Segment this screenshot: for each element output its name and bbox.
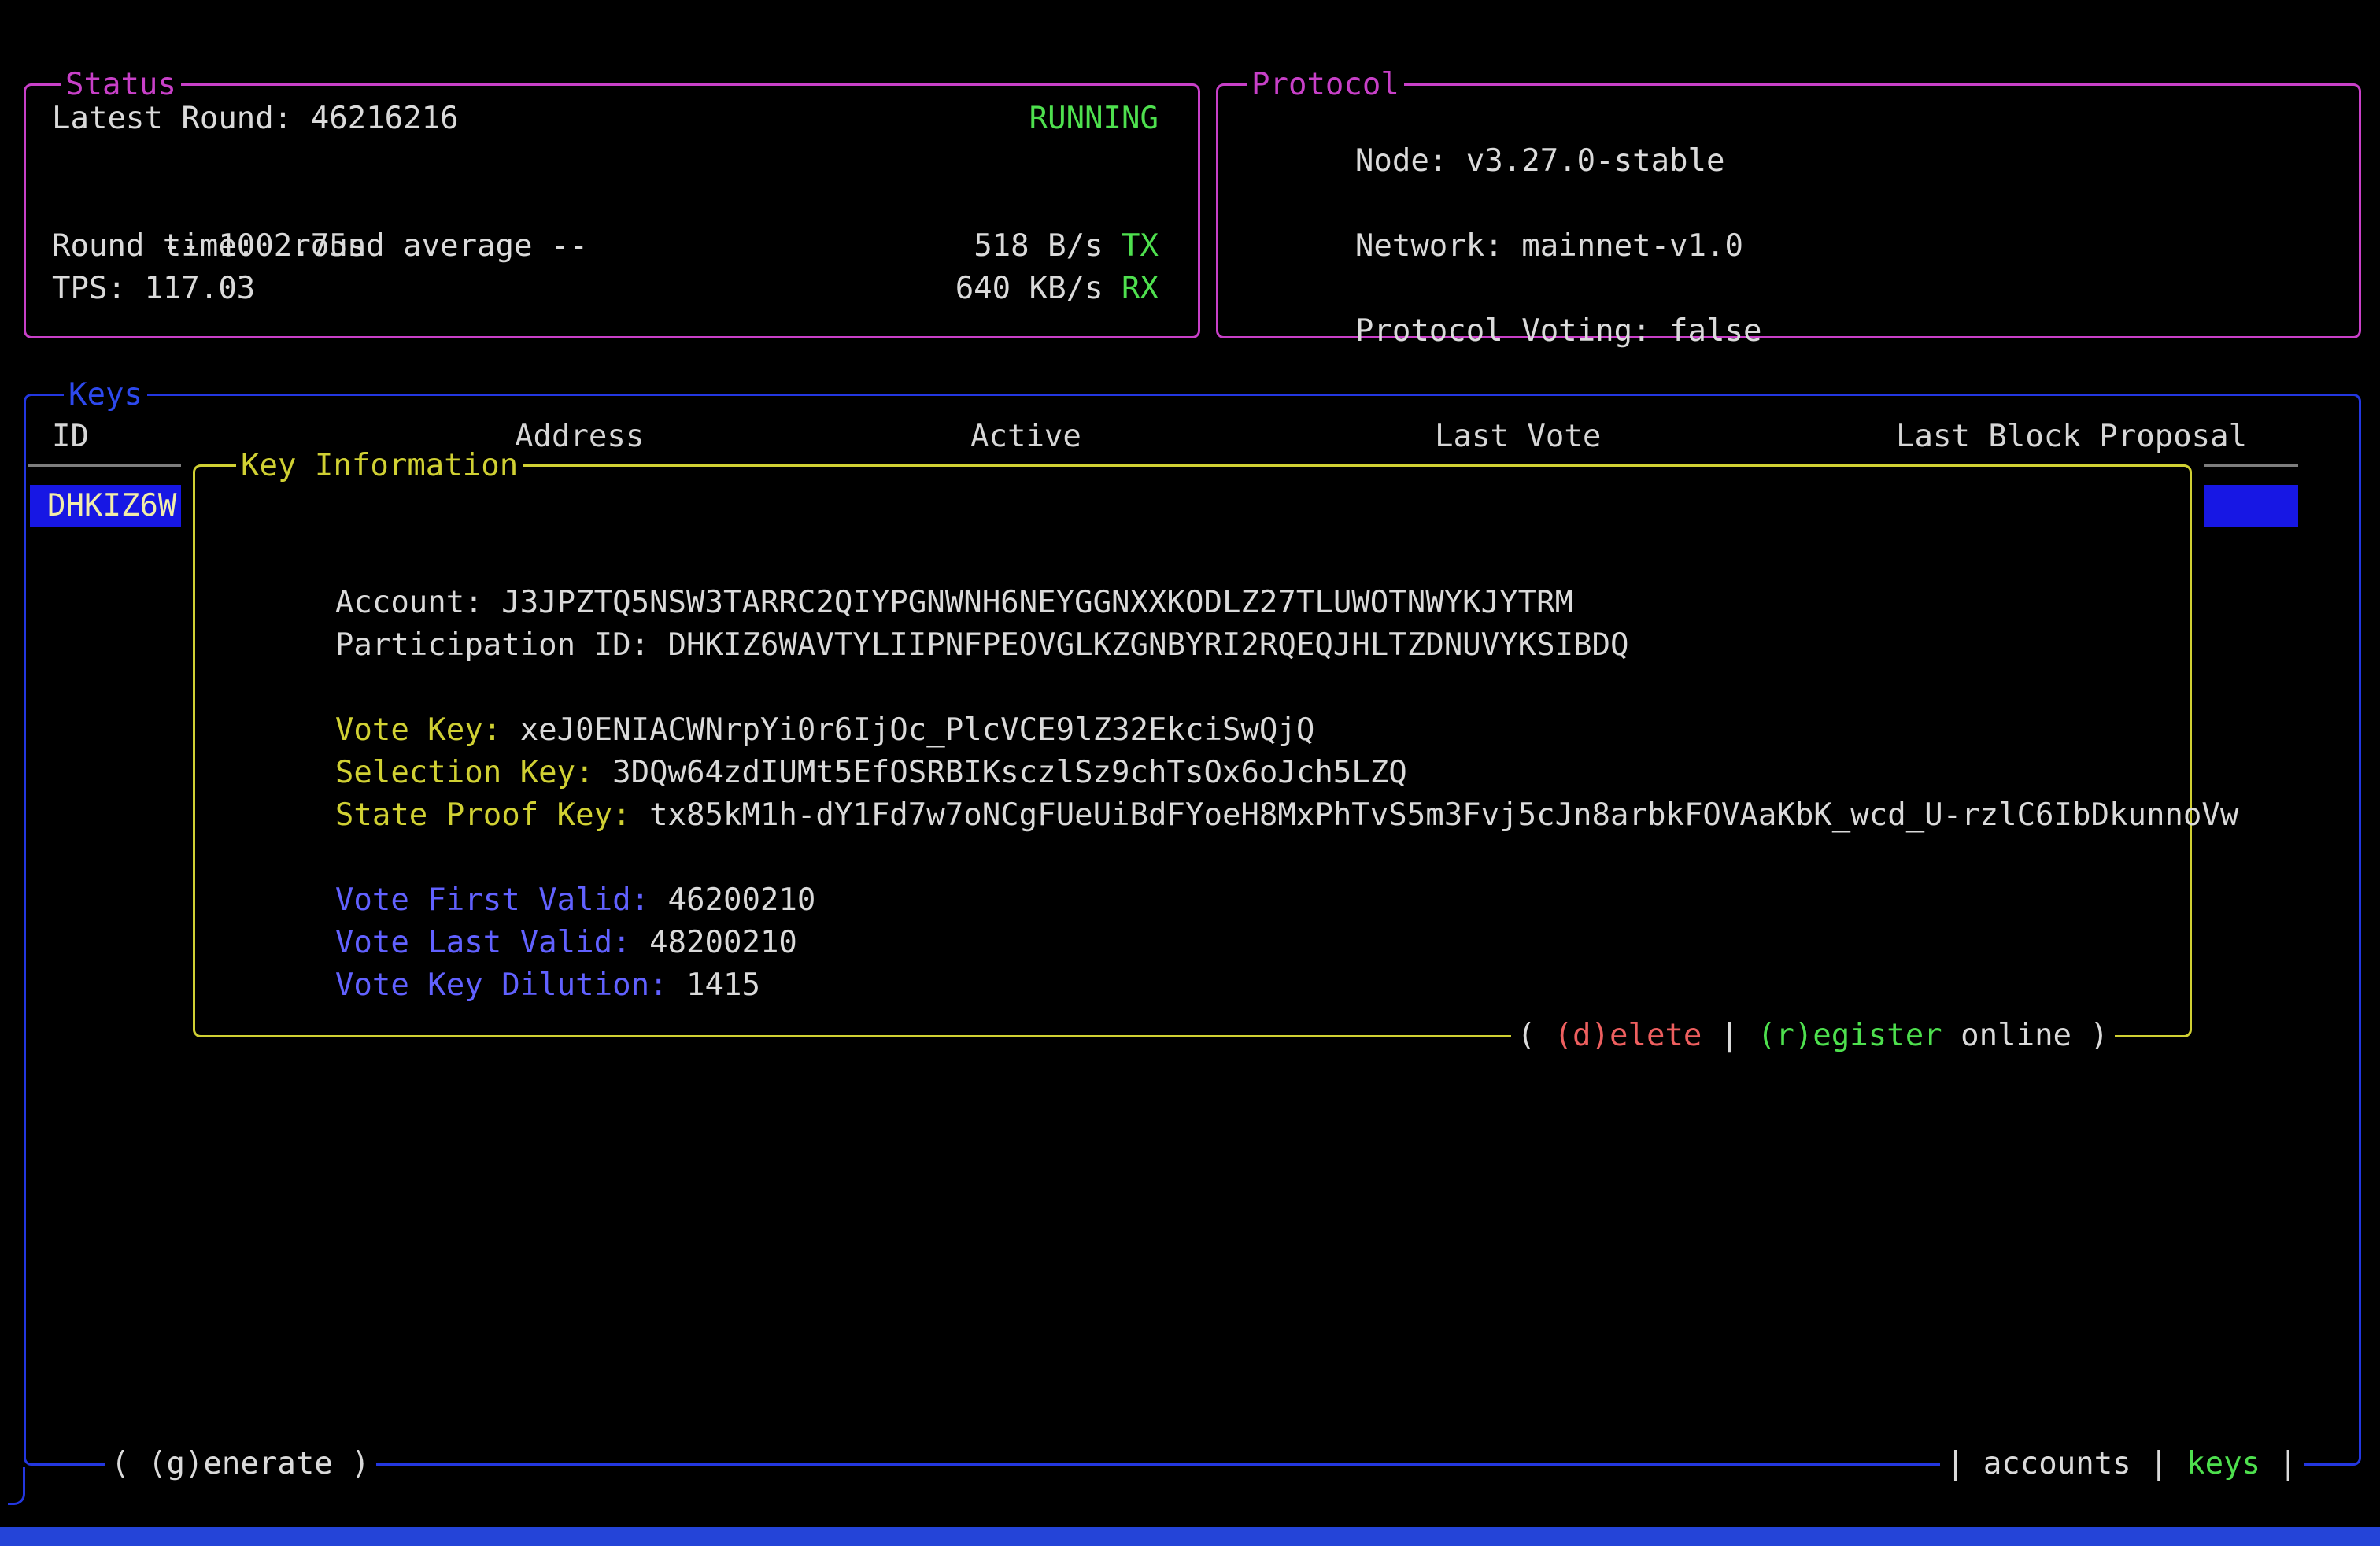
vote-key-value: xeJ0ENIACWNrpYi0r6IjOc_PlcVCE9lZ32EkciSw… [520,712,1315,748]
status-row-roundtime: Round time: 2.75s 518 B/s TX [52,225,1159,268]
rx-rate-value: 640 KB/s [955,271,1122,306]
key-actions: ( (d)elete | (r)egister online ) [1511,1015,2115,1057]
tps-value: TPS: 117.03 [52,268,255,310]
latest-round-value: Latest Round: 46216216 [52,98,459,140]
column-header-last-block-proposal: Last Block Proposal [1896,416,2247,458]
protocol-panel: Protocol Node: v3.27.0-stable Network: m… [1216,83,2361,338]
blank-row [52,140,1159,183]
column-header-id: ID [52,416,89,458]
selection-key-value: 3DQw64zdIUMt5EfOSRBIKsczlSz9chTsOx6oJch5… [612,755,1407,790]
vote-first-valid-row: Vote First Valid: 46200210 [224,837,2158,879]
participation-id-label: Participation ID: [335,627,668,663]
actions-open-paren: ( [1517,1018,1554,1053]
tabs-trail-pipe: | [2260,1446,2297,1481]
node-state-badge: RUNNING [1029,98,1159,140]
status-row-tps: TPS: 117.03 640 KB/s RX [52,268,1159,310]
node-version-value: Node: v3.27.0-stable [1355,143,1725,179]
column-header-last-vote: Last Vote [1435,416,1601,458]
tx-rate-value: 518 B/s [974,228,1122,264]
tabs-separator-pipe: | [2131,1446,2186,1481]
vote-last-valid-value: 48200210 [649,925,797,960]
status-row-round: Latest Round: 46216216 RUNNING [52,98,1159,140]
account-label: Account: [335,585,501,620]
tx-rate-group: 518 B/s TX [974,225,1159,268]
vote-key-dilution-value: 1415 [686,967,760,1003]
network-value: Network: mainnet-v1.0 [1355,228,1743,264]
tx-label: TX [1122,228,1159,264]
selected-row-id: DHKIZ6W [30,488,176,523]
actions-separator-pipe: | [1702,1018,1757,1053]
table-row-selected-right[interactable] [2204,485,2298,527]
state-proof-key-label: State Proof Key: [335,797,649,833]
generate-button[interactable]: ( (g)enerate ) [105,1443,376,1485]
protocol-row-voting: Protocol Voting: false [1244,268,2319,310]
view-tabs: | accounts | keys | [1940,1443,2304,1485]
protocol-voting-value: Protocol Voting: false [1355,313,1762,349]
selection-key-label: Selection Key: [335,755,612,790]
window-bottom-strip [0,1527,2380,1546]
vote-key-row: Vote Key: xeJ0ENIACWNrpYi0r6IjOc_PlcVCE9… [224,667,2158,709]
participation-id-value: DHKIZ6WAVTYLIIPNFPEOVGLKZGNBYRI2RQEQJHLT… [668,627,1629,663]
account-row: Account: J3JPZTQ5NSW3TARRC2QIYPGNWNH6NEY… [224,539,2158,582]
state-proof-key-value: tx85kM1h-dY1Fd7w7oNCgFUeUiBdFYoeH8MxPhTv… [649,797,2238,833]
column-header-active: Active [970,416,1081,458]
delete-key-button[interactable]: (d)elete [1554,1018,1702,1053]
account-value: J3JPZTQ5NSW3TARRC2QIYPGNWNH6NEYGGNXXKODL… [501,585,1573,620]
vote-key-dilution-label: Vote Key Dilution: [335,967,686,1003]
column-header-address: Address [515,416,644,458]
protocol-row-node: Node: v3.27.0-stable [1244,98,2319,140]
actions-online-suffix: online ) [1942,1018,2108,1053]
rx-label: RX [1122,271,1159,306]
tab-keys[interactable]: keys [2186,1446,2260,1481]
table-row-selected[interactable]: DHKIZ6W [30,485,181,527]
tab-accounts[interactable]: accounts [1983,1446,2131,1481]
vote-first-valid-label: Vote First Valid: [335,882,668,918]
rx-rate-group: 640 KB/s RX [955,268,1159,310]
table-header-separator-right [2204,464,2298,467]
table-header-separator-left [28,464,181,467]
vote-first-valid-value: 46200210 [668,882,816,918]
vote-key-label: Vote Key: [335,712,520,748]
status-panel: Status Latest Round: 46216216 RUNNING --… [24,83,1200,338]
keys-panel-title: Keys [64,374,147,416]
register-online-button[interactable]: (r)egister [1757,1018,1942,1053]
status-row-average-header: -- 100 round average -- [52,183,1159,225]
tabs-lead-pipe: | [1946,1446,1983,1481]
round-time-value: Round time: 2.75s [52,225,366,268]
key-information-modal: Key Information Account: J3JPZTQ5NSW3TAR… [193,464,2192,1037]
protocol-row-network: Network: mainnet-v1.0 [1244,183,2319,225]
vote-last-valid-label: Vote Last Valid: [335,925,649,960]
border-corner-glyph [8,1467,25,1505]
